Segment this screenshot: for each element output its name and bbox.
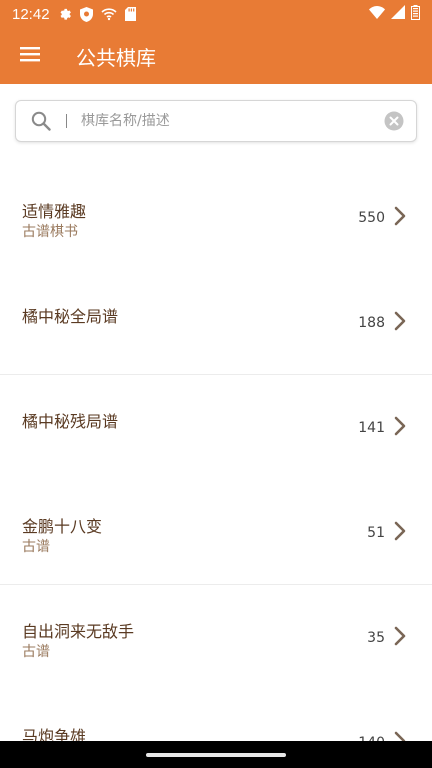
search-icon (16, 111, 66, 131)
list-item-count: 51 (367, 525, 385, 541)
chevron-right-icon (394, 626, 406, 650)
list-item[interactable]: 适情雅趣 古谱棋书 550 (0, 165, 432, 270)
chevron-right-icon (394, 416, 406, 440)
list-item-subtitle: 古谱棋书 (22, 224, 78, 240)
menu-button[interactable] (0, 28, 60, 84)
app-bar: 公共棋库 (0, 28, 432, 84)
clear-icon (384, 111, 404, 131)
list-item-subtitle: 古谱 (22, 644, 50, 660)
clear-search-button[interactable] (372, 111, 416, 131)
wifi-icon (369, 5, 385, 23)
page-title: 公共棋库 (76, 45, 156, 70)
status-time: 12:42 (12, 5, 50, 23)
list-item-count: 188 (358, 315, 385, 331)
status-right-icons (369, 4, 420, 24)
list-item-count: 550 (358, 210, 385, 226)
list-item-name: 适情雅趣 (22, 202, 87, 221)
signal-icon (391, 5, 405, 23)
list-item-subtitle: 古谱 (22, 539, 50, 555)
wifi-calling-icon (100, 7, 117, 21)
list-item[interactable]: 金鹏十八变 古谱 51 (0, 480, 432, 585)
system-navigation-bar (0, 741, 432, 768)
list-item-count: 35 (367, 630, 385, 646)
library-list: 适情雅趣 古谱棋书 550 橘中秘全局谱 188 橘中秘残局谱 141 金鹏十八… (0, 165, 432, 768)
list-item-name: 橘中秘残局谱 (22, 412, 119, 431)
list-item-name: 自出洞来无敌手 (22, 622, 135, 641)
list-item-name: 金鹏十八变 (22, 517, 103, 536)
list-item-count: 141 (358, 420, 385, 436)
battery-icon (411, 4, 420, 24)
text-cursor (66, 114, 67, 128)
gear-icon (58, 7, 72, 21)
list-item-name: 橘中秘全局谱 (22, 307, 119, 326)
status-bar: 12:42 (0, 0, 432, 28)
search-box[interactable] (15, 100, 417, 142)
chevron-right-icon (394, 521, 406, 545)
chevron-right-icon (394, 206, 406, 230)
search-input[interactable] (81, 113, 372, 129)
sd-card-icon (124, 7, 136, 21)
list-item[interactable]: 自出洞来无敌手 古谱 35 (0, 585, 432, 690)
list-item[interactable]: 橘中秘残局谱 141 (0, 375, 432, 480)
chevron-right-icon (394, 311, 406, 335)
home-gesture-handle[interactable] (146, 752, 286, 757)
list-item[interactable]: 橘中秘全局谱 188 (0, 270, 432, 375)
shield-icon (79, 6, 93, 22)
hamburger-menu-icon (20, 46, 40, 66)
